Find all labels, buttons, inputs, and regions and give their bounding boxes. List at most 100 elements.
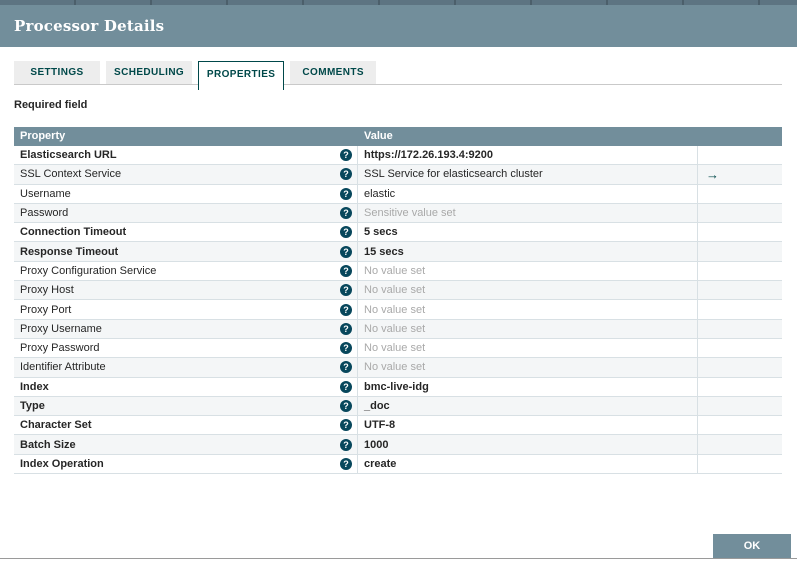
property-value-cell: https://172.26.193.4:9200 xyxy=(358,146,698,165)
property-value: _doc xyxy=(364,400,390,412)
help-icon[interactable]: ? xyxy=(340,438,352,451)
table-row: Type ? _doc → xyxy=(14,396,782,417)
property-value-cell: 1000 xyxy=(358,435,698,454)
help-icon[interactable]: ? xyxy=(340,168,352,181)
property-value-cell: No value set xyxy=(358,281,698,300)
property-value: No value set xyxy=(364,322,426,335)
property-name-cell: Type ? xyxy=(14,396,358,416)
property-value-cell: No value set xyxy=(358,319,698,338)
table-row: Proxy Password ? No value set → xyxy=(14,338,782,359)
goto-cell: → xyxy=(698,185,782,203)
help-icon[interactable]: ? xyxy=(340,284,352,297)
required-field-label: Required field xyxy=(14,99,88,111)
property-name: Elasticsearch URL xyxy=(20,149,117,162)
property-name: Response Timeout xyxy=(20,245,119,258)
help-icon[interactable]: ? xyxy=(340,207,352,220)
property-name-cell: Index Operation ? xyxy=(14,454,358,474)
property-value: create xyxy=(364,457,397,470)
help-icon[interactable]: ? xyxy=(340,322,352,335)
property-name: Identifier Attribute xyxy=(20,361,106,374)
help-icon[interactable]: ? xyxy=(340,149,352,162)
property-name: Proxy Host xyxy=(20,284,74,297)
table-row: SSL Context Service ? SSL Service for el… xyxy=(14,165,782,185)
property-name-cell: Proxy Password ? xyxy=(14,338,358,358)
tab-bar: SETTINGS SCHEDULING PROPERTIES COMMENTS xyxy=(14,61,782,90)
dialog-header: Processor Details xyxy=(0,5,797,47)
help-icon[interactable]: ? xyxy=(340,457,352,470)
goto-cell: → xyxy=(698,455,782,473)
property-value: No value set xyxy=(364,264,426,277)
table-row: Index ? bmc-live-idg → xyxy=(14,377,782,397)
help-icon[interactable]: ? xyxy=(340,303,352,316)
property-name-cell: Proxy Configuration Service ? xyxy=(14,261,358,281)
help-icon[interactable]: ? xyxy=(340,226,352,239)
property-value-cell: 15 secs xyxy=(358,242,698,261)
ok-button[interactable]: OK xyxy=(713,534,791,558)
help-icon[interactable]: ? xyxy=(340,342,352,355)
property-value: No value set xyxy=(364,361,426,374)
property-name-cell: Identifier Attribute ? xyxy=(14,358,358,377)
property-name: Username xyxy=(20,187,71,200)
property-name: Proxy Configuration Service xyxy=(20,264,157,277)
help-icon[interactable]: ? xyxy=(340,361,352,374)
table-row: Proxy Port ? No value set → xyxy=(14,300,782,320)
property-name-cell: SSL Context Service ? xyxy=(14,165,358,184)
table-row: Connection Timeout ? 5 secs → xyxy=(14,223,782,243)
property-value: SSL Service for elasticsearch cluster xyxy=(364,168,543,181)
property-name: Proxy Port xyxy=(20,303,72,316)
help-icon[interactable]: ? xyxy=(340,264,352,277)
goto-cell: → xyxy=(698,300,782,318)
help-icon[interactable]: ? xyxy=(340,380,352,393)
property-name: Proxy Password xyxy=(20,342,100,355)
goto-service-arrow-icon[interactable]: → xyxy=(706,168,719,181)
help-icon[interactable]: ? xyxy=(340,187,352,200)
property-name: Type xyxy=(20,400,45,412)
dialog-bottom-border xyxy=(0,558,797,559)
property-name: SSL Context Service xyxy=(20,168,122,181)
property-name-cell: Character Set ? xyxy=(14,416,358,435)
goto-cell: → xyxy=(698,204,782,222)
table-row: Index Operation ? create → xyxy=(14,454,782,475)
tab-scheduling[interactable]: SCHEDULING xyxy=(106,61,193,85)
property-name-cell: Username ? xyxy=(14,184,358,203)
help-icon[interactable]: ? xyxy=(340,419,352,432)
tab-properties[interactable]: PROPERTIES xyxy=(198,61,285,90)
property-value: UTF-8 xyxy=(364,419,396,432)
property-name-cell: Password ? xyxy=(14,203,358,223)
properties-table: Property Value Elasticsearch URL ? https… xyxy=(14,127,782,475)
goto-cell: → xyxy=(698,416,782,434)
tab-comments[interactable]: COMMENTS xyxy=(290,61,377,85)
property-value: 5 secs xyxy=(364,226,398,239)
table-row: Response Timeout ? 15 secs → xyxy=(14,242,782,262)
property-value: elastic xyxy=(364,187,396,200)
property-name-cell: Elasticsearch URL ? xyxy=(14,146,358,165)
property-name: Index xyxy=(20,380,49,393)
processor-details-dialog: Processor Details SETTINGS SCHEDULING PR… xyxy=(0,0,797,562)
goto-cell: → xyxy=(698,242,782,260)
property-value-cell: SSL Service for elasticsearch cluster xyxy=(358,165,698,184)
goto-cell: → xyxy=(698,281,782,299)
property-value: https://172.26.193.4:9200 xyxy=(364,149,494,162)
goto-cell: → xyxy=(698,146,782,164)
goto-cell: → xyxy=(698,339,782,357)
property-name: Index Operation xyxy=(20,457,104,470)
property-value-cell: elastic xyxy=(358,184,698,203)
help-icon[interactable]: ? xyxy=(340,400,352,412)
table-row: Elasticsearch URL ? https://172.26.193.4… xyxy=(14,146,782,166)
goto-cell: → xyxy=(698,358,782,376)
property-value-cell: create xyxy=(358,454,698,474)
property-value-cell: No value set xyxy=(358,300,698,319)
tab-settings[interactable]: SETTINGS xyxy=(14,61,100,85)
help-icon[interactable]: ? xyxy=(340,245,352,258)
property-value-cell: _doc xyxy=(358,396,698,416)
table-row: Proxy Host ? No value set → xyxy=(14,281,782,301)
property-value-cell: bmc-live-idg xyxy=(358,377,698,396)
table-row: Identifier Attribute ? No value set → xyxy=(14,358,782,378)
property-value-cell: No value set xyxy=(358,358,698,377)
property-name: Connection Timeout xyxy=(20,226,127,239)
property-name-cell: Index ? xyxy=(14,377,358,396)
goto-cell: → xyxy=(698,262,782,280)
property-name: Batch Size xyxy=(20,438,76,451)
dialog-title: Processor Details xyxy=(14,17,165,35)
property-value: 15 secs xyxy=(364,245,404,258)
